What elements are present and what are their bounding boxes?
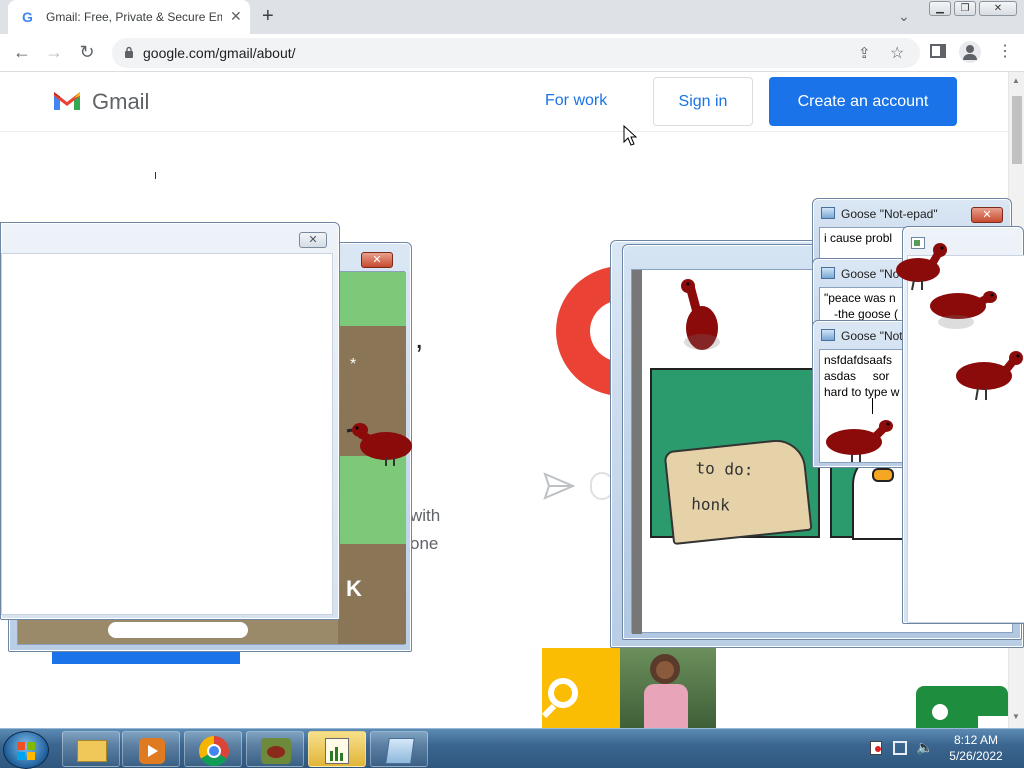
windows-taskbar: 🔈 8:12 AM 5/26/2022 — [0, 728, 1024, 769]
close-icon[interactable]: ✕ — [299, 232, 327, 248]
address-bar[interactable]: google.com/gmail/about/ ⇪ ☆ — [112, 38, 920, 68]
clock-time: 8:12 AM — [953, 733, 999, 747]
taskbar-notepad-button[interactable] — [370, 731, 428, 767]
profile-avatar-icon[interactable] — [959, 41, 981, 63]
clock-date: 5/26/2022 — [949, 749, 1003, 763]
gmail-logo-icon[interactable] — [52, 88, 82, 112]
forward-icon[interactable]: → — [42, 42, 66, 64]
goose-sprite[interactable] — [822, 416, 896, 464]
blue-button-fragment[interactable] — [52, 650, 240, 664]
blank-window-content — [1, 253, 333, 615]
notepad-text[interactable]: i cause probl — [824, 230, 892, 246]
lock-icon — [125, 46, 133, 58]
back-icon[interactable]: ← — [10, 42, 34, 64]
send-icon — [543, 472, 575, 500]
text-caret — [872, 398, 873, 414]
close-tab-icon[interactable]: ✕ — [230, 8, 242, 25]
close-icon[interactable]: ✕ — [971, 207, 1003, 223]
text-cursor-mark — [155, 172, 156, 179]
goose-sprite[interactable] — [676, 276, 728, 356]
tab-title: Gmail: Free, Private & Secure Em — [46, 10, 222, 24]
create-account-button[interactable]: Create an account — [769, 77, 957, 126]
volume-icon[interactable]: 🔈 — [916, 739, 933, 756]
comic-panel: to do: honk — [650, 368, 820, 546]
action-center-flag-icon[interactable] — [870, 741, 882, 755]
tab-search-chevron-icon[interactable]: ⌄ — [898, 8, 910, 25]
browser-toolbar: ← → ↻ google.com/gmail/about/ ⇪ ☆ ⋮ — [0, 34, 1024, 72]
browser-tab[interactable]: G Gmail: Free, Private & Secure Em ✕ — [8, 0, 250, 34]
gmail-header: Gmail For work Sign in Create an account — [0, 72, 1008, 132]
notepad-icon — [821, 329, 835, 341]
menu-kebab-icon[interactable]: ⋮ — [997, 41, 1013, 61]
notepad-icon — [385, 738, 415, 764]
notepad-icon — [821, 207, 835, 219]
notepad-icon — [821, 267, 835, 279]
share-icon[interactable]: ⇪ — [858, 44, 871, 62]
goose-sprite[interactable] — [928, 284, 1000, 332]
new-tab-button[interactable]: + — [262, 5, 282, 27]
side-panel-icon[interactable] — [930, 44, 946, 58]
taskbar-notepad-active-button[interactable] — [308, 731, 366, 767]
media-player-icon — [139, 738, 165, 764]
google-favicon-icon: G — [22, 9, 33, 25]
notepad-text[interactable]: "peace was n -the goose ( — [824, 290, 898, 322]
for-work-link[interactable]: For work — [545, 92, 607, 110]
notepad-text[interactable]: nsfdafdsaafs asdas sor hard to type w — [824, 352, 899, 400]
bookmark-star-icon[interactable]: ☆ — [890, 43, 904, 63]
folder-icon — [77, 740, 107, 762]
scrollbar-thumb[interactable] — [1012, 96, 1022, 164]
green-tag-image — [916, 686, 1008, 728]
goose-sprite[interactable] — [346, 416, 418, 468]
reload-icon[interactable]: ↻ — [75, 42, 99, 64]
goose-sprite[interactable] — [954, 348, 1024, 402]
body-text-fragment: one — [410, 534, 439, 553]
taskbar-media-player-button[interactable] — [122, 731, 180, 767]
notepad-title: Goose "No — [841, 267, 900, 281]
notepad-title: Goose "Not — [841, 329, 903, 343]
close-window-button[interactable]: ✕ — [979, 1, 1017, 16]
meme-text-fragment: K — [346, 576, 362, 601]
browser-tab-strip: G Gmail: Free, Private & Secure Em ✕ + ⌄… — [0, 0, 1024, 34]
restore-button[interactable]: ❐ — [954, 1, 976, 16]
taskbar-goose-button[interactable] — [246, 731, 304, 767]
taskbar-explorer-button[interactable] — [62, 731, 120, 767]
child-photo-image — [620, 648, 716, 728]
heading-fragment: , — [415, 322, 424, 355]
body-text-fragment: with — [410, 506, 441, 525]
minimize-button[interactable]: ▁ — [929, 1, 951, 16]
todo-note: to do: honk — [663, 436, 813, 546]
chrome-icon — [199, 736, 229, 766]
goose-window-front[interactable]: ✕ — [0, 222, 340, 620]
search-folder-image — [541, 648, 620, 728]
notepad-chart-icon — [325, 738, 349, 764]
notepad-title: Goose "Not-epad" — [841, 207, 938, 221]
start-button[interactable] — [3, 731, 49, 769]
close-icon[interactable]: ✕ — [361, 252, 393, 268]
taskbar-chrome-button[interactable] — [184, 731, 242, 767]
gmail-wordmark: Gmail — [92, 89, 150, 114]
sign-in-button[interactable]: Sign in — [653, 77, 753, 126]
system-clock[interactable]: 8:12 AM 5/26/2022 — [936, 732, 1016, 764]
url-text: google.com/gmail/about/ — [143, 45, 296, 61]
goose-app-icon — [261, 738, 291, 764]
mouse-cursor-icon — [623, 125, 637, 146]
network-icon[interactable] — [893, 741, 907, 755]
